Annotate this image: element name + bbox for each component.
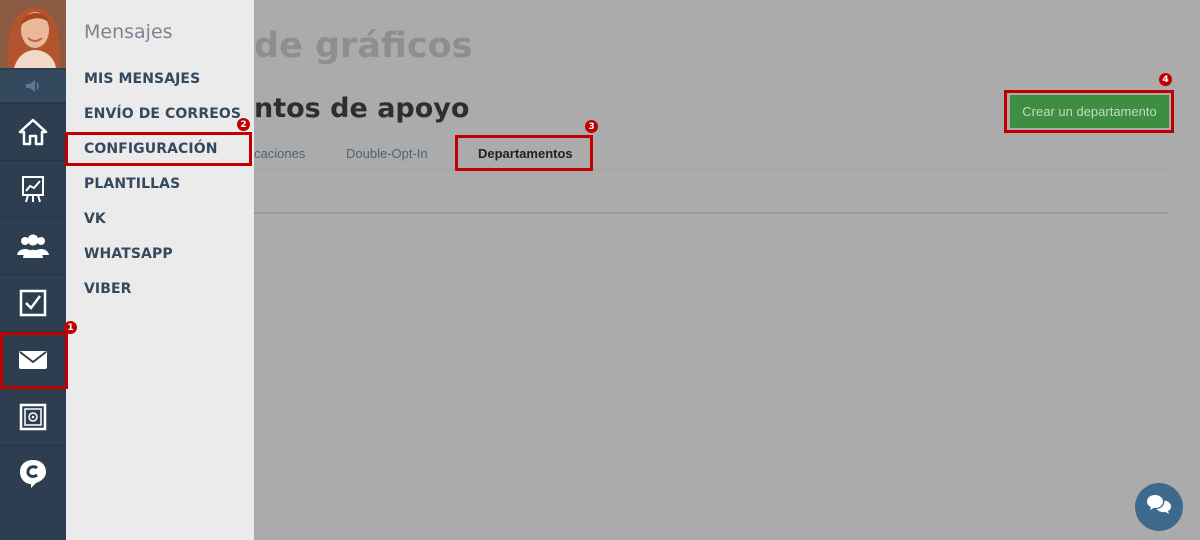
tabs-divider xyxy=(254,169,1168,170)
page-title: de gráficos xyxy=(254,26,473,66)
annotation-badge-2: 2 xyxy=(237,118,250,131)
highlight-departamentos-tab xyxy=(455,135,593,171)
annotation-badge-1: 1 xyxy=(64,321,77,334)
highlight-mail xyxy=(0,332,68,389)
annotation-badge-3: 3 xyxy=(585,120,598,133)
section-title: ntos de apoyo xyxy=(254,93,470,124)
users-icon[interactable] xyxy=(0,217,66,273)
menu-item-envio-de-correos[interactable]: ENVÍO DE CORREOS xyxy=(84,106,241,122)
menu-item-viber[interactable]: VIBER xyxy=(84,281,132,297)
tab-double-opt-in[interactable]: Double-Opt-In xyxy=(346,146,428,161)
chart-icon[interactable] xyxy=(0,160,66,216)
chat-logo-icon[interactable] xyxy=(0,445,66,501)
flyout-title: Mensajes xyxy=(84,21,173,43)
speaker-icon[interactable] xyxy=(0,70,66,102)
chat-widget-button[interactable] xyxy=(1135,483,1183,531)
menu-item-vk[interactable]: VK xyxy=(84,211,106,227)
highlight-configuracion xyxy=(65,132,252,166)
home-icon[interactable] xyxy=(0,103,66,159)
highlight-create-button xyxy=(1004,90,1174,133)
messages-flyout-menu: Mensajes MIS MENSAJES ENVÍO DE CORREOS C… xyxy=(66,0,254,540)
annotation-badge-4: 4 xyxy=(1159,73,1172,86)
menu-item-mis-mensajes[interactable]: MIS MENSAJES xyxy=(84,71,200,87)
safe-icon[interactable] xyxy=(0,388,66,444)
chat-bubbles-icon xyxy=(1146,494,1172,521)
checkbox-icon[interactable] xyxy=(0,274,66,330)
menu-item-whatsapp[interactable]: WHATSAPP xyxy=(84,246,173,262)
content-divider xyxy=(254,212,1168,214)
menu-item-plantillas[interactable]: PLANTILLAS xyxy=(84,176,180,192)
avatar[interactable] xyxy=(0,0,66,68)
tab-notificaciones[interactable]: caciones xyxy=(254,146,305,161)
icon-sidebar xyxy=(0,0,66,540)
